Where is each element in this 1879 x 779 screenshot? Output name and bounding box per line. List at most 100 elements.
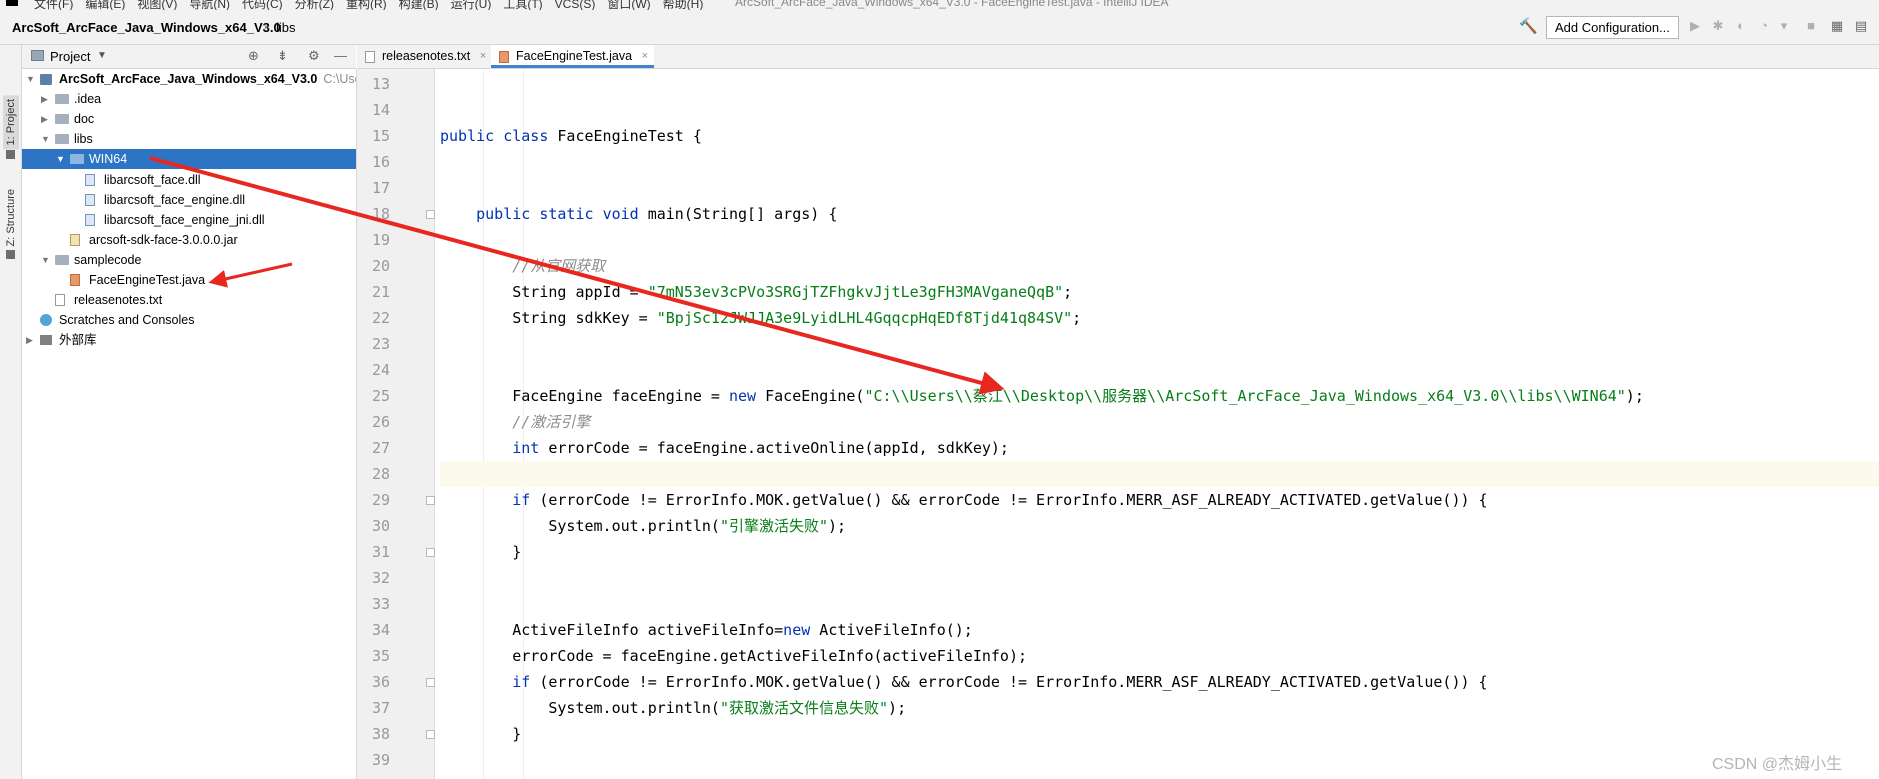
expand-arrow-icon[interactable]: ▼ [56,149,66,169]
collapse-arrow-icon[interactable]: ▶ [41,109,51,129]
code-line[interactable]: System.out.println("引擎激活失败"); [440,513,1879,539]
code-line[interactable]: System.out.println("获取激活文件信息失败"); [440,695,1879,721]
tree-item[interactable]: FaceEngineTest.java [22,270,356,290]
build-hammer-icon[interactable]: 🔨 [1519,19,1538,35]
code-line[interactable]: if (errorCode != ErrorInfo.MOK.getValue(… [440,669,1879,695]
coverage-icon[interactable]: ◐ [1733,18,1749,34]
tree-item[interactable]: ▶ 外部库 [22,330,356,350]
structure-tool-tab[interactable]: Z: Structure [3,185,19,250]
code-line[interactable] [440,591,1879,617]
java-file-icon [70,274,80,286]
code-line[interactable]: } [440,721,1879,747]
menu-item[interactable]: 工具(T) [503,0,542,10]
run-dropdown-icon[interactable]: ▾ [1776,18,1792,34]
minimize-icon[interactable]: — [334,48,347,63]
code-line[interactable]: FaceEngine faceEngine = new FaceEngine("… [440,383,1879,409]
code-line[interactable]: } [440,539,1879,565]
tree-item-label: samplecode [74,252,142,267]
line-number: 25 [371,387,390,405]
tree-item[interactable]: arcsoft-sdk-face-3.0.0.0.jar [22,230,356,250]
close-icon[interactable]: × [480,45,486,68]
tree-item[interactable]: libarcsoft_face_engine_jni.dll [22,210,356,230]
editor-tab[interactable]: releasenotes.txt × [357,45,492,68]
library-icon [40,335,52,346]
code-line[interactable] [440,357,1879,383]
code-line[interactable] [440,227,1879,253]
menu-item[interactable]: 窗口(W) [607,0,650,10]
chevron-down-icon[interactable]: ▼ [97,50,107,61]
collapse-arrow-icon[interactable]: ▶ [26,330,36,350]
close-icon[interactable]: × [642,45,648,68]
code-line[interactable]: String appId = "7mN53ev3cPVo3SRGjTZFhgkv… [440,279,1879,305]
collapse-arrow-icon[interactable]: ▶ [41,89,51,109]
project-tool-tab[interactable]: 1: Project [3,95,19,150]
line-number: 18 [371,205,390,223]
code-line[interactable]: int errorCode = faceEngine.activeOnline(… [440,435,1879,461]
tree-item[interactable]: ▼ libs [22,129,356,149]
code-line[interactable]: //从官网获取 [440,253,1879,279]
tree-item-label: WIN64 [89,152,128,167]
expand-arrow-icon[interactable]: ▼ [26,69,36,89]
project-panel-title[interactable]: Project [50,49,90,64]
collapse-all-icon[interactable]: ⇟ [277,48,288,64]
menu-item[interactable]: 分析(Z) [295,0,334,10]
menu-item[interactable]: 运行(U) [451,0,492,10]
menu-item[interactable]: 构建(B) [399,0,439,10]
expand-arrow-icon[interactable]: ▼ [41,129,51,149]
gear-icon[interactable]: ⚙ [308,48,320,64]
tree-item-label: FaceEngineTest.java [89,273,206,287]
locate-file-icon[interactable]: ⊕ [248,48,259,64]
code-line[interactable]: errorCode = faceEngine.getActiveFileInfo… [440,643,1879,669]
tree-item-label: doc [74,112,95,127]
tree-item[interactable]: ▼ ArcSoft_ArcFace_Java_Windows_x64_V3.0 C:… [22,69,356,89]
code-line[interactable]: ActiveFileInfo activeFileInfo=new Active… [440,617,1879,643]
code-line[interactable]: public static void main(String[] args) { [440,201,1879,227]
code-line[interactable] [440,97,1879,123]
debug-icon[interactable]: ✱ [1710,18,1726,34]
stop-icon[interactable]: ■ [1803,18,1819,34]
code-line[interactable] [440,149,1879,175]
code-line[interactable] [440,565,1879,591]
menu-item[interactable]: 代码(C) [242,0,283,10]
menu-item[interactable]: 重构(R) [346,0,387,10]
tree-item[interactable]: releasenotes.txt [22,290,356,310]
code-line[interactable]: if (errorCode != ErrorInfo.MOK.getValue(… [440,487,1879,513]
tree-item[interactable]: libarcsoft_face_engine.dll [22,190,356,210]
code-line[interactable]: String sdkKey = "BpjSc12JWJJA3e9LyidLHL4… [440,305,1879,331]
menu-item[interactable]: 视图(V) [137,0,177,10]
menu-item[interactable]: 导航(N) [189,0,230,10]
add-configuration-button[interactable]: Add Configuration... [1546,16,1679,39]
breadcrumb-project[interactable]: ArcSoft_ArcFace_Java_Windows_x64_V3.0 [12,20,281,35]
code-line[interactable] [440,331,1879,357]
tree-item[interactable]: ▶ doc [22,109,356,129]
fold-marker-icon[interactable] [426,678,435,687]
line-number: 36 [371,673,390,691]
editor-tab[interactable]: FaceEngineTest.java × [491,45,655,68]
tree-item[interactable]: ▼ samplecode [22,250,356,270]
code-line[interactable] [440,71,1879,97]
code-line[interactable] [440,175,1879,201]
code-line[interactable]: public class FaceEngineTest { [440,123,1879,149]
fold-marker-icon[interactable] [426,730,435,739]
tree-item[interactable]: ▼ WIN64 [22,149,356,170]
menu-item[interactable]: VCS(S) [555,0,596,10]
code-line[interactable]: //激活引擎 [440,409,1879,435]
menu-item[interactable]: 帮助(H) [663,0,704,10]
expand-arrow-icon[interactable]: ▼ [41,250,51,270]
fold-marker-icon[interactable] [426,210,435,219]
code-line[interactable] [440,747,1879,773]
fold-marker-icon[interactable] [426,548,435,557]
menu-item[interactable]: 编辑(E) [85,0,125,10]
fold-marker-icon[interactable] [426,496,435,505]
run-icon[interactable]: ▶ [1687,18,1703,34]
text-file-icon [55,294,65,307]
tree-item[interactable]: Scratches and Consoles [22,310,356,330]
tree-item[interactable]: libarcsoft_face.dll [22,170,356,190]
tree-item[interactable]: ▶ .idea [22,89,356,109]
breadcrumb-folder[interactable]: libs [276,20,296,35]
profile-icon[interactable]: ◔ [1756,18,1772,34]
project-structure-icon[interactable]: ▦ [1829,18,1845,34]
code-line[interactable] [440,461,1879,487]
search-everywhere-icon[interactable]: ▤ [1853,18,1869,34]
menu-item[interactable]: 文件(F) [34,0,73,10]
